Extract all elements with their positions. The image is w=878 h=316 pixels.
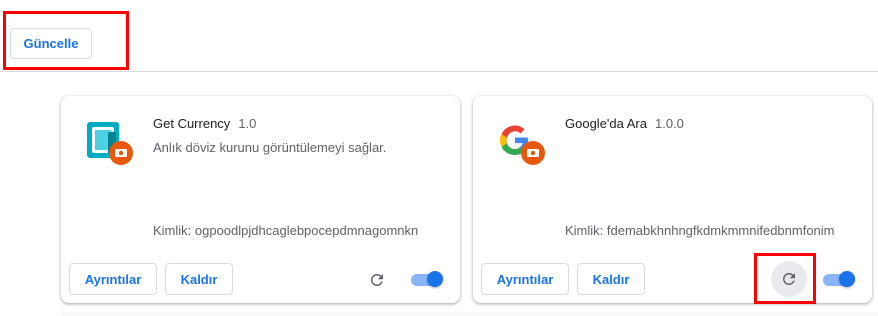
toolbar: Güncelle: [0, 0, 878, 72]
card-footer: Ayrıntılar Kaldır: [61, 258, 460, 303]
extension-name-row: Get Currency 1.0: [153, 116, 256, 131]
extension-version: 1.0: [238, 116, 257, 131]
extension-card: Google'da Ara 1.0.0 Kimlik: fdemabkhnhngf…: [473, 96, 872, 303]
extension-name: Google'da Ara: [565, 116, 647, 131]
update-button[interactable]: Güncelle: [10, 28, 92, 59]
extension-name-row: Google'da Ara 1.0.0: [565, 116, 684, 131]
card-footer: Ayrıntılar Kaldır: [473, 258, 872, 303]
currency-extension-icon: [87, 122, 133, 165]
extension-description: Anlık döviz kurunu görüntülemeyi sağlar.: [153, 140, 387, 155]
details-button[interactable]: Ayrıntılar: [69, 263, 157, 295]
reload-icon: [370, 274, 383, 286]
remove-button[interactable]: Kaldır: [577, 263, 645, 295]
remove-button[interactable]: Kaldır: [165, 263, 233, 295]
extension-id: Kimlik: fdemabkhnhngfkdmkmmnifedbnmfonim: [565, 223, 835, 238]
extension-name: Get Currency: [153, 116, 231, 131]
next-row-edge: [61, 312, 878, 316]
reload-button[interactable]: [771, 261, 807, 297]
extension-version: 1.0.0: [655, 116, 684, 131]
enable-toggle[interactable]: [411, 271, 443, 288]
google-g-icon: [499, 125, 545, 165]
reload-button[interactable]: [361, 264, 393, 296]
toggle-knob: [839, 271, 855, 287]
extension-card: Get Currency 1.0 Anlık döviz kurunu görün…: [61, 96, 460, 303]
reload-icon: [782, 273, 795, 285]
extension-id: Kimlik: ogpoodlpjdhcaglebpocepdmnagomnkn: [153, 223, 419, 238]
details-button[interactable]: Ayrıntılar: [481, 263, 569, 295]
enable-toggle[interactable]: [823, 271, 855, 288]
toggle-knob: [427, 271, 443, 287]
